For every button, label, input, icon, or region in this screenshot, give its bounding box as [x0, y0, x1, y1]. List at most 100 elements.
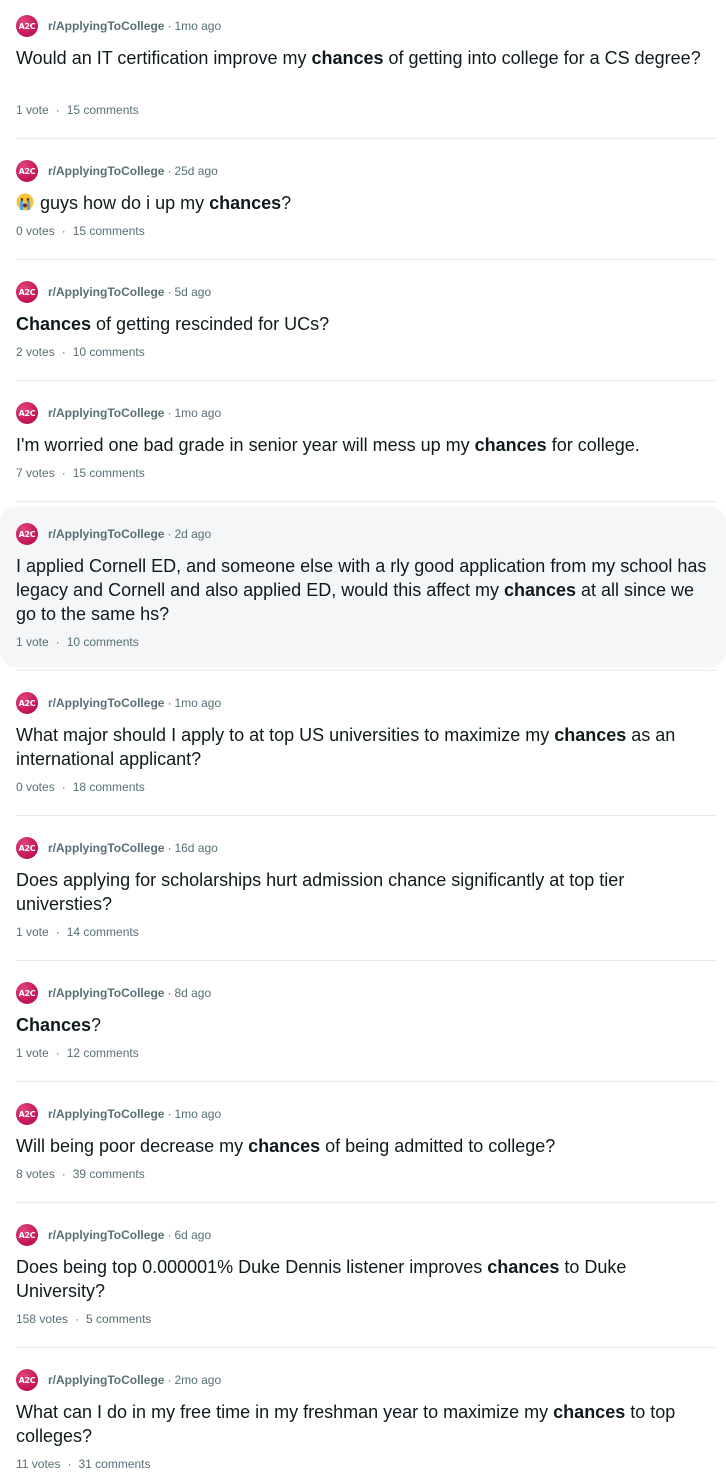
post-timestamp: 2mo ago [174, 1373, 222, 1387]
post-stats: 0 votes · 18 comments [16, 779, 145, 795]
meta-separator: · [167, 696, 172, 710]
post-title-link[interactable]: What major should I apply to at top US u… [16, 723, 710, 771]
post-comments-count[interactable]: 14 comments [67, 925, 139, 939]
post-comments-count[interactable]: 5 comments [86, 1312, 151, 1326]
subreddit-name-link[interactable]: r/ApplyingToCollege [48, 527, 164, 541]
post-meta: A2C r/ApplyingToCollege · 1mo ago [16, 15, 221, 37]
subreddit-avatar-icon[interactable]: A2C [16, 692, 38, 714]
search-result-post[interactable]: A2C r/ApplyingToCollege · 6d ago Does being … [0, 1203, 726, 1347]
subreddit-name-link[interactable]: r/ApplyingToCollege [48, 1373, 164, 1387]
search-result-post[interactable]: A2C r/ApplyingToCollege · 2mo ago What can I… [0, 1348, 726, 1480]
post-title-link[interactable]: guys how do i up my chances? [16, 191, 710, 215]
post-title-text: Does being top 0.000001% Duke Dennis lis… [16, 1257, 488, 1277]
subreddit-name-link[interactable]: r/ApplyingToCollege [48, 285, 164, 299]
search-result-post[interactable]: A2C r/ApplyingToCollege · 1mo ago Would an I… [0, 0, 726, 138]
post-votes: 1 vote [16, 103, 49, 117]
meta-separator: · [167, 285, 172, 299]
post-votes: 1 vote [16, 925, 49, 939]
search-result-post[interactable]: A2C r/ApplyingToCollege · 1mo ago Will being… [0, 1082, 726, 1202]
subreddit-avatar-icon[interactable]: A2C [16, 15, 38, 37]
post-comments-count[interactable]: 15 comments [73, 466, 145, 480]
post-comments-count[interactable]: 31 comments [78, 1457, 150, 1471]
subreddit-name-link[interactable]: r/ApplyingToCollege [48, 1228, 164, 1242]
subreddit-avatar-text: A2C [18, 21, 36, 31]
post-stats: 1 vote · 12 comments [16, 1045, 139, 1061]
post-comments-count[interactable]: 10 comments [73, 345, 145, 359]
highlighted-search-term: chances [209, 193, 282, 213]
subreddit-avatar-text: A2C [18, 529, 36, 539]
post-title-link[interactable]: Does applying for scholarships hurt admi… [16, 868, 710, 916]
post-title-text: for college. [546, 435, 640, 455]
post-title-link[interactable]: I applied Cornell ED, and someone else w… [16, 554, 710, 626]
post-timestamp: 5d ago [174, 285, 212, 299]
post-stats: 2 votes · 10 comments [16, 344, 145, 360]
subreddit-avatar-icon[interactable]: A2C [16, 1369, 38, 1391]
subreddit-avatar-icon[interactable]: A2C [16, 160, 38, 182]
subreddit-avatar-text: A2C [18, 166, 36, 176]
post-comments-count[interactable]: 10 comments [67, 635, 139, 649]
meta-separator: · [167, 841, 172, 855]
subreddit-name-link[interactable]: r/ApplyingToCollege [48, 1107, 164, 1121]
post-title-text: ? [281, 193, 292, 213]
highlighted-search-term: Chances [16, 314, 92, 334]
post-comments-count[interactable]: 12 comments [67, 1046, 139, 1060]
post-comments-count[interactable]: 39 comments [73, 1167, 145, 1181]
post-timestamp: 16d ago [174, 841, 218, 855]
subreddit-avatar-icon[interactable]: A2C [16, 281, 38, 303]
search-result-post[interactable]: A2C r/ApplyingToCollege · 16d ago Does apply… [0, 816, 726, 960]
subreddit-avatar-icon[interactable]: A2C [16, 1103, 38, 1125]
subreddit-avatar-text: A2C [18, 1230, 36, 1240]
highlighted-search-term: chances [553, 1402, 626, 1422]
post-title-text: I'm worried one bad grade in senior year… [16, 435, 475, 455]
post-meta: A2C r/ApplyingToCollege · 8d ago [16, 982, 211, 1004]
subreddit-name-link[interactable]: r/ApplyingToCollege [48, 986, 164, 1000]
subreddit-name-link[interactable]: r/ApplyingToCollege [48, 841, 164, 855]
search-result-post[interactable]: A2C r/ApplyingToCollege · 5d ago Chances of … [0, 260, 726, 380]
subreddit-avatar-text: A2C [18, 1109, 36, 1119]
highlighted-search-term: chances [487, 1257, 560, 1277]
subreddit-avatar-icon[interactable]: A2C [16, 402, 38, 424]
search-result-post[interactable]: A2C r/ApplyingToCollege · 8d ago Chances? 1 v… [0, 961, 726, 1081]
post-votes: 2 votes [16, 345, 55, 359]
search-result-post[interactable]: A2C r/ApplyingToCollege · 1mo ago I'm worrie… [0, 381, 726, 501]
post-meta: A2C r/ApplyingToCollege · 2mo ago [16, 1369, 221, 1391]
stats-separator: · [55, 925, 60, 939]
subreddit-avatar-text: A2C [18, 1375, 36, 1385]
post-meta: A2C r/ApplyingToCollege · 25d ago [16, 160, 218, 182]
subreddit-name-link[interactable]: r/ApplyingToCollege [48, 406, 164, 420]
post-meta: A2C r/ApplyingToCollege · 1mo ago [16, 1103, 221, 1125]
post-title-link[interactable]: I'm worried one bad grade in senior year… [16, 433, 710, 457]
post-votes: 7 votes [16, 466, 55, 480]
subreddit-avatar-text: A2C [18, 698, 36, 708]
stats-separator: · [61, 466, 66, 480]
post-stats: 1 vote · 10 comments [16, 634, 139, 650]
post-comments-count[interactable]: 15 comments [67, 103, 139, 117]
post-comments-count[interactable]: 18 comments [73, 780, 145, 794]
post-title-link[interactable]: Does being top 0.000001% Duke Dennis lis… [16, 1255, 710, 1303]
post-meta: A2C r/ApplyingToCollege · 5d ago [16, 281, 211, 303]
stats-separator: · [61, 1167, 66, 1181]
subreddit-name-link[interactable]: r/ApplyingToCollege [48, 696, 164, 710]
post-title-text: Does applying for scholarships hurt admi… [16, 870, 625, 914]
post-stats: 158 votes · 5 comments [16, 1311, 151, 1327]
search-result-post[interactable]: A2C r/ApplyingToCollege · 25d ago guys how d… [0, 139, 726, 259]
post-votes: 8 votes [16, 1167, 55, 1181]
post-timestamp: 1mo ago [174, 406, 222, 420]
post-title-link[interactable]: Chances? [16, 1013, 710, 1037]
post-comments-count[interactable]: 15 comments [73, 224, 145, 238]
subreddit-avatar-icon[interactable]: A2C [16, 837, 38, 859]
subreddit-avatar-icon[interactable]: A2C [16, 523, 38, 545]
post-title-link[interactable]: Chances of getting rescinded for UCs? [16, 312, 710, 336]
subreddit-avatar-icon[interactable]: A2C [16, 982, 38, 1004]
post-votes: 0 votes [16, 224, 55, 238]
subreddit-name-link[interactable]: r/ApplyingToCollege [48, 164, 164, 178]
post-title-link[interactable]: Would an IT certification improve my cha… [16, 46, 710, 70]
search-result-post[interactable]: A2C r/ApplyingToCollege · 1mo ago What major… [0, 671, 726, 815]
subreddit-name-link[interactable]: r/ApplyingToCollege [48, 19, 164, 33]
meta-separator: · [167, 1107, 172, 1121]
search-result-post[interactable]: A2C r/ApplyingToCollege · 2d ago I applied C… [0, 507, 726, 667]
post-title-link[interactable]: What can I do in my free time in my fres… [16, 1400, 710, 1448]
subreddit-avatar-icon[interactable]: A2C [16, 1224, 38, 1246]
stats-separator: · [61, 345, 66, 359]
post-title-link[interactable]: Will being poor decrease my chances of b… [16, 1134, 710, 1158]
